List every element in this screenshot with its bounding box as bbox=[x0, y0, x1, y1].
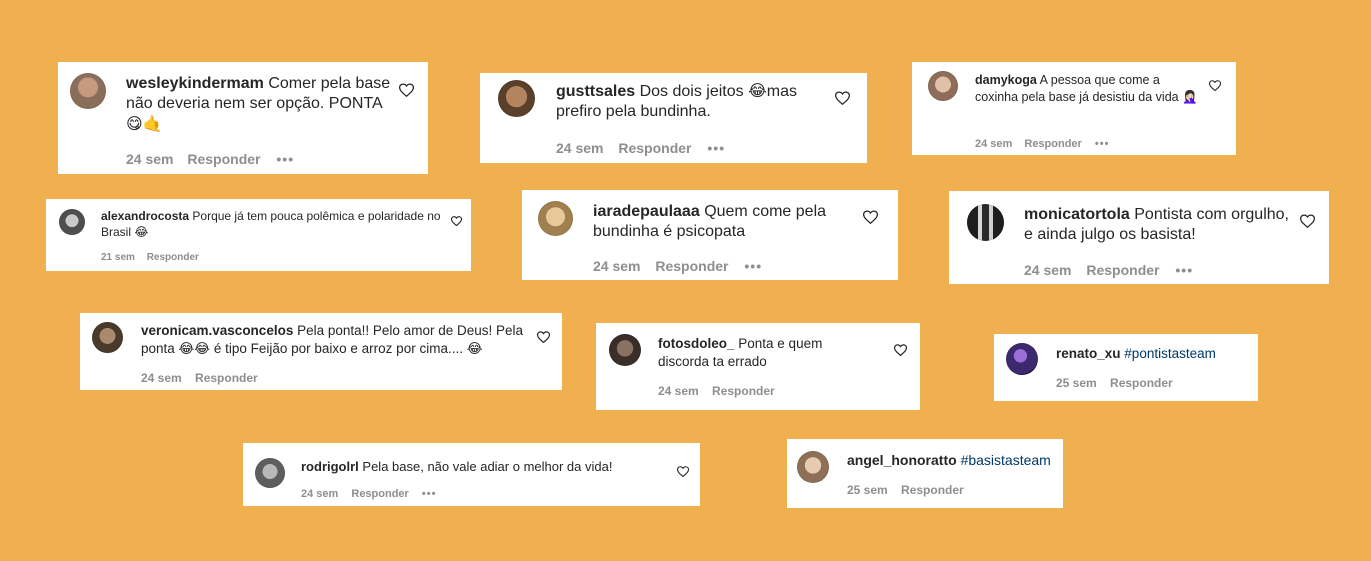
reply-button[interactable]: Responder bbox=[1086, 262, 1159, 278]
comment-body: renato_xu #pontistasteam bbox=[1056, 345, 1251, 362]
heart-icon[interactable] bbox=[894, 344, 907, 356]
heart-icon[interactable] bbox=[677, 466, 689, 477]
heart-icon[interactable] bbox=[399, 83, 414, 97]
reply-button[interactable]: Responder bbox=[195, 371, 258, 385]
avatar[interactable] bbox=[928, 71, 958, 101]
avatar[interactable] bbox=[498, 80, 535, 117]
heart-icon[interactable] bbox=[1300, 214, 1315, 228]
more-options-icon[interactable]: ••• bbox=[276, 151, 294, 167]
avatar[interactable] bbox=[255, 458, 285, 488]
comment-card: rodrigolrl Pela base, não vale adiar o m… bbox=[243, 443, 700, 506]
comment-meta: 24 sem Responder bbox=[141, 371, 258, 385]
more-options-icon[interactable]: ••• bbox=[744, 258, 762, 274]
comment-card: angel_honoratto #basistasteam 25 sem Res… bbox=[787, 439, 1063, 508]
reply-button[interactable]: Responder bbox=[187, 151, 260, 167]
username[interactable]: fotosdoleo_ bbox=[658, 336, 735, 351]
username[interactable]: rodrigolrl bbox=[301, 459, 359, 474]
comment-meta: 21 sem Responder bbox=[101, 252, 199, 263]
timestamp[interactable]: 25 sem bbox=[1056, 376, 1097, 390]
comment-meta: 25 sem Responder bbox=[847, 483, 964, 497]
avatar[interactable] bbox=[967, 204, 1004, 241]
comment-body: rodrigolrl Pela base, não vale adiar o m… bbox=[301, 459, 671, 476]
comment-body: angel_honoratto #basistasteam bbox=[847, 452, 1057, 470]
more-options-icon[interactable]: ••• bbox=[422, 488, 437, 500]
more-options-icon[interactable]: ••• bbox=[1095, 138, 1110, 150]
comment-card: fotosdoleo_ Ponta e quem discorda ta err… bbox=[596, 323, 920, 410]
username[interactable]: alexandrocosta bbox=[101, 209, 189, 223]
comment-text: Pela base, não vale adiar o melhor da vi… bbox=[362, 459, 613, 474]
reply-button[interactable]: Responder bbox=[1110, 376, 1173, 390]
comment-card: veronicam.vasconcelos Pela ponta!! Pelo … bbox=[80, 313, 562, 390]
comment-meta: 24 sem Responder ••• bbox=[301, 488, 436, 500]
comment-meta: 24 sem Responder ••• bbox=[126, 151, 294, 167]
reply-button[interactable]: Responder bbox=[351, 488, 408, 500]
comment-body: alexandrocosta Porque já tem pouca polêm… bbox=[101, 208, 446, 240]
comment-meta: 24 sem Responder bbox=[658, 384, 775, 398]
comment-card: renato_xu #pontistasteam 25 sem Responde… bbox=[994, 334, 1258, 401]
comment-body: monicatortola Pontista com orgulho, e ai… bbox=[1024, 205, 1294, 246]
username[interactable]: renato_xu bbox=[1056, 346, 1121, 361]
avatar[interactable] bbox=[59, 209, 85, 235]
comment-meta: 24 sem Responder ••• bbox=[975, 138, 1109, 150]
comment-card: monicatortola Pontista com orgulho, e ai… bbox=[949, 191, 1329, 284]
username[interactable]: monicatortola bbox=[1024, 206, 1130, 223]
reply-button[interactable]: Responder bbox=[1024, 138, 1081, 150]
hashtag-link[interactable]: #pontistasteam bbox=[1124, 346, 1216, 361]
heart-icon[interactable] bbox=[451, 216, 462, 226]
comment-card: wesleykindermam Comer pela base não deve… bbox=[58, 62, 428, 174]
comment-body: damykoga A pessoa que come a coxinha pel… bbox=[975, 72, 1200, 106]
timestamp[interactable]: 24 sem bbox=[975, 138, 1012, 150]
timestamp[interactable]: 25 sem bbox=[847, 483, 888, 497]
comment-card: iaradepaulaaa Quem come pela bundinha é … bbox=[522, 190, 898, 280]
avatar[interactable] bbox=[70, 73, 106, 109]
reply-button[interactable]: Responder bbox=[901, 483, 964, 497]
timestamp[interactable]: 24 sem bbox=[593, 258, 640, 274]
heart-icon[interactable] bbox=[835, 91, 850, 105]
comment-body: gusttsales Dos dois jeitos 😂mas prefiro … bbox=[556, 82, 836, 123]
username[interactable]: iaradepaulaaa bbox=[593, 203, 700, 220]
comment-card: damykoga A pessoa que come a coxinha pel… bbox=[912, 62, 1236, 155]
reply-button[interactable]: Responder bbox=[618, 140, 691, 156]
avatar[interactable] bbox=[609, 334, 641, 366]
timestamp[interactable]: 24 sem bbox=[556, 140, 603, 156]
more-options-icon[interactable]: ••• bbox=[707, 140, 725, 156]
timestamp[interactable]: 24 sem bbox=[126, 151, 173, 167]
comment-meta: 24 sem Responder ••• bbox=[593, 258, 762, 274]
comment-body: veronicam.vasconcelos Pela ponta!! Pelo … bbox=[141, 322, 531, 358]
comment-meta: 24 sem Responder ••• bbox=[556, 140, 725, 156]
comment-meta: 25 sem Responder bbox=[1056, 376, 1173, 390]
reply-button[interactable]: Responder bbox=[712, 384, 775, 398]
reply-button[interactable]: Responder bbox=[147, 252, 199, 263]
username[interactable]: wesleykindermam bbox=[126, 75, 264, 92]
comment-body: iaradepaulaaa Quem come pela bundinha é … bbox=[593, 202, 853, 243]
comment-card: gusttsales Dos dois jeitos 😂mas prefiro … bbox=[480, 73, 867, 163]
timestamp[interactable]: 24 sem bbox=[301, 488, 338, 500]
username[interactable]: damykoga bbox=[975, 73, 1037, 87]
username[interactable]: gusttsales bbox=[556, 83, 635, 100]
heart-icon[interactable] bbox=[537, 331, 550, 343]
timestamp[interactable]: 24 sem bbox=[658, 384, 699, 398]
avatar[interactable] bbox=[538, 201, 573, 236]
heart-icon[interactable] bbox=[1209, 80, 1221, 91]
avatar[interactable] bbox=[92, 322, 123, 353]
timestamp[interactable]: 24 sem bbox=[141, 371, 182, 385]
comment-meta: 24 sem Responder ••• bbox=[1024, 262, 1193, 278]
comment-card: alexandrocosta Porque já tem pouca polêm… bbox=[46, 199, 471, 271]
timestamp[interactable]: 21 sem bbox=[101, 252, 135, 263]
username[interactable]: veronicam.vasconcelos bbox=[141, 323, 293, 338]
heart-icon[interactable] bbox=[863, 210, 878, 224]
comment-body: fotosdoleo_ Ponta e quem discorda ta err… bbox=[658, 335, 873, 371]
more-options-icon[interactable]: ••• bbox=[1175, 262, 1193, 278]
avatar[interactable] bbox=[797, 451, 829, 483]
avatar[interactable] bbox=[1006, 343, 1038, 375]
reply-button[interactable]: Responder bbox=[655, 258, 728, 274]
hashtag-link[interactable]: #basistasteam bbox=[961, 452, 1051, 468]
timestamp[interactable]: 24 sem bbox=[1024, 262, 1071, 278]
username[interactable]: angel_honoratto bbox=[847, 452, 957, 468]
comment-body: wesleykindermam Comer pela base não deve… bbox=[126, 74, 396, 135]
